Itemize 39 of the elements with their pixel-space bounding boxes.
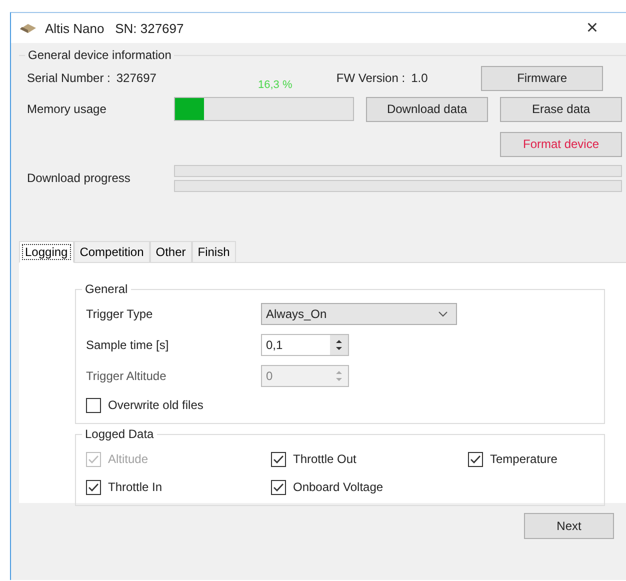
- action-button[interactable]: Erase data: [500, 96, 622, 122]
- checkbox[interactable]: [86, 398, 101, 412]
- device-icon: [19, 22, 37, 34]
- tab[interactable]: Competition: [74, 241, 150, 263]
- action-button[interactable]: Download data: [366, 96, 488, 122]
- tab[interactable]: Other: [150, 241, 192, 263]
- action-button[interactable]: Format device: [500, 132, 622, 156]
- checkbox-label: Throttle In: [108, 480, 162, 494]
- serial-label: Serial Number :: [27, 71, 110, 85]
- action-button[interactable]: Firmware: [481, 66, 604, 90]
- trigger-altitude-label: Trigger Altitude: [86, 368, 168, 382]
- tab[interactable]: Logging: [19, 241, 74, 263]
- spinner-arrows-icon[interactable]: [330, 334, 348, 354]
- group-title: Logged Data: [82, 427, 157, 441]
- download-label: Download progress: [27, 171, 132, 185]
- group-title: General device information: [25, 48, 174, 62]
- checkbox-label: Altitude: [108, 452, 148, 466]
- window-title: Altis Nano SN: 327697: [45, 20, 185, 36]
- group-title: General: [82, 282, 131, 296]
- next-button[interactable]: Next: [524, 513, 614, 539]
- memory-percent: 16,3 %: [258, 79, 292, 91]
- checkbox[interactable]: [271, 452, 286, 466]
- checkbox[interactable]: [271, 480, 286, 494]
- tab[interactable]: Finish: [192, 241, 236, 263]
- chevron-down-icon: [438, 310, 448, 316]
- checkbox-label: Onboard Voltage: [293, 480, 384, 494]
- checkbox-label: Throttle Out: [293, 452, 356, 466]
- sample-time-label: Sample time [s]: [86, 338, 170, 352]
- checkbox[interactable]: [86, 480, 101, 494]
- trigger-type-label: Trigger Type: [86, 306, 154, 320]
- checkbox-label: Temperature: [490, 452, 558, 466]
- number-field[interactable]: 0,1: [261, 334, 349, 356]
- checkbox-label: Overwrite old files: [108, 398, 204, 412]
- fw-label: FW Version :: [336, 71, 406, 85]
- checkbox[interactable]: [468, 452, 483, 466]
- fw-value: 1.0: [411, 71, 429, 85]
- memory-label: Memory usage: [27, 102, 108, 116]
- trigger-type-dropdown[interactable]: Always_On: [261, 302, 457, 324]
- close-button[interactable]: ×: [586, 16, 598, 40]
